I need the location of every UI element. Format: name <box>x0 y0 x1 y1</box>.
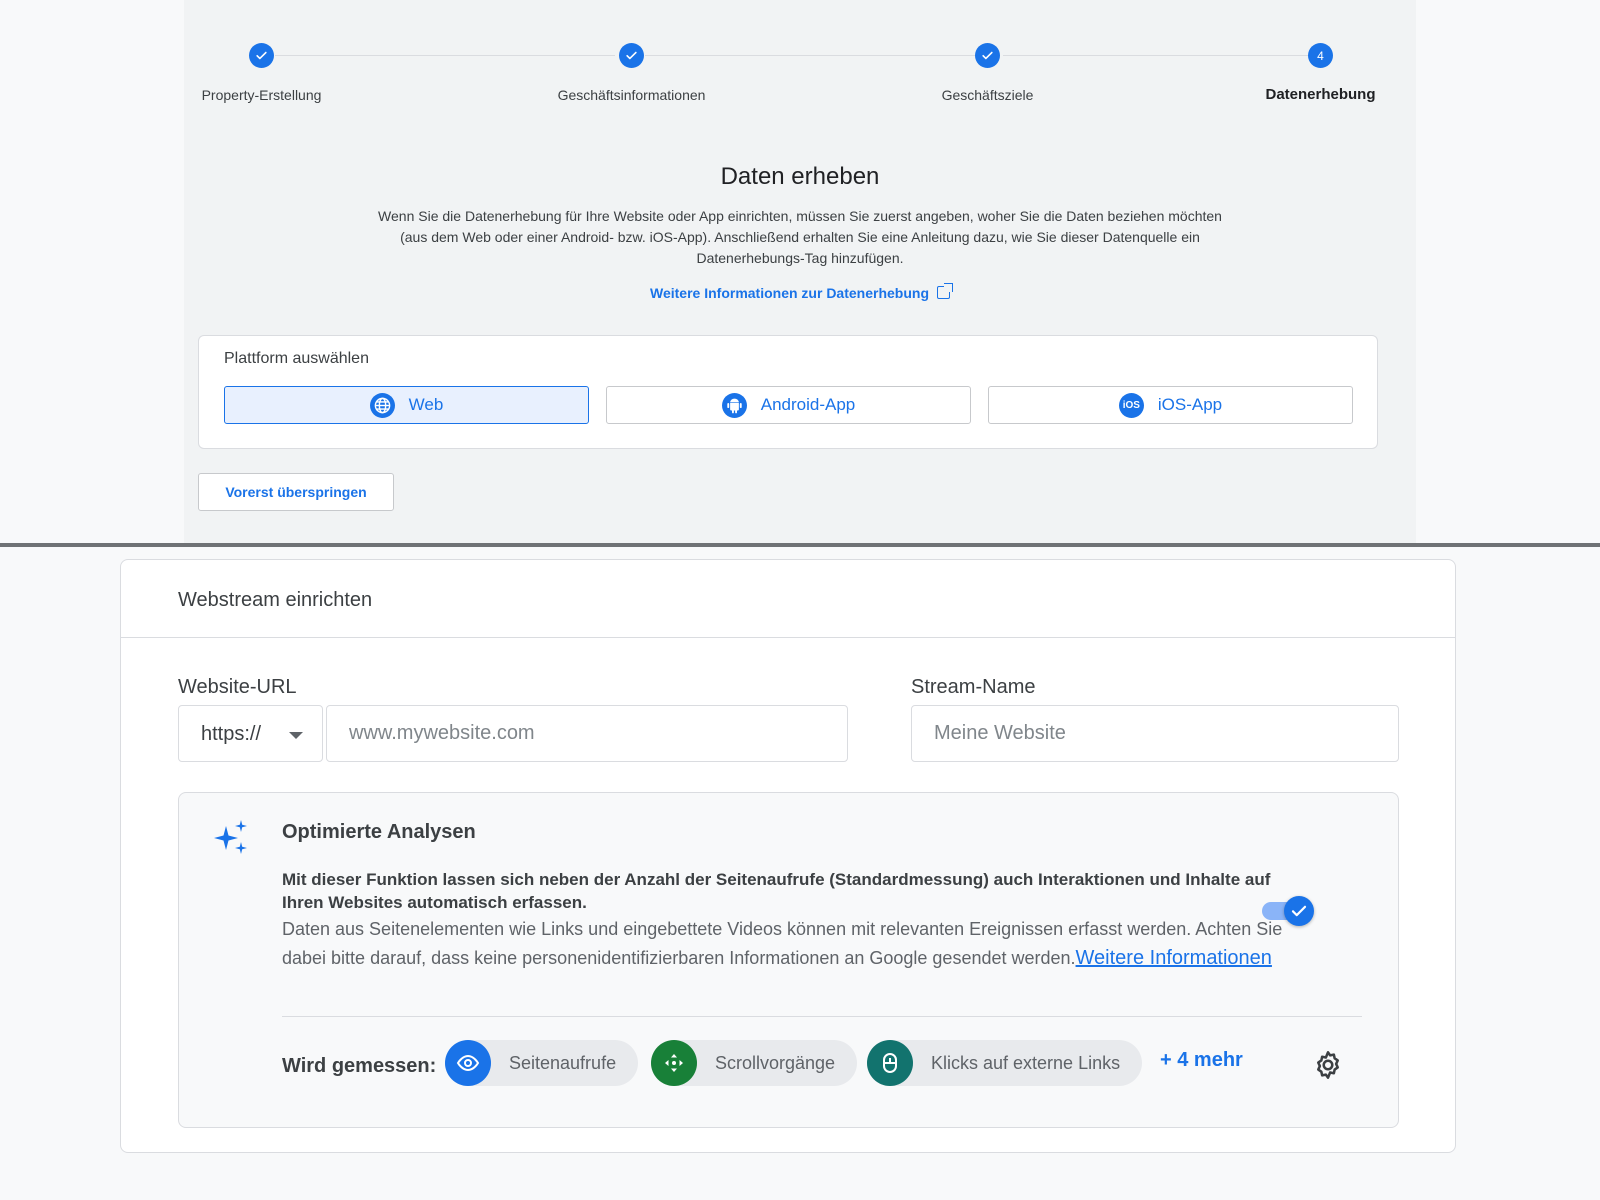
step-data-collection[interactable]: 4 Datenerhebung <box>1265 43 1376 103</box>
website-url-label: Website-URL <box>178 676 297 698</box>
step-business-goals[interactable]: Geschäftsziele <box>942 43 1033 103</box>
stream-name-input[interactable] <box>911 705 1399 762</box>
enhanced-measurement-card: Optimierte Analysen Mit dieser Funktion … <box>178 792 1399 1128</box>
ios-icon: iOS <box>1118 392 1144 418</box>
external-link-icon <box>937 283 953 299</box>
enhanced-title: Optimierte Analysen <box>282 821 476 843</box>
platform-android-label: Android-App <box>760 395 856 414</box>
step-label: Property-Erstellung <box>201 87 322 103</box>
measured-label: Wird gemessen: <box>282 1055 437 1077</box>
page-title: Daten erheben <box>720 163 880 190</box>
platform-android-button[interactable]: Android-App <box>606 386 971 424</box>
website-url-input[interactable] <box>326 705 848 762</box>
chip-label: Seitenaufrufe <box>509 1052 617 1073</box>
webstream-card: Webstream einrichten Website-URL https:/… <box>120 559 1456 1153</box>
step-label: Geschäftsinformationen <box>557 87 706 103</box>
scroll-icon <box>651 1040 697 1086</box>
enhanced-toggle[interactable] <box>1262 896 1314 926</box>
learn-more-label: Weitere Informationen zur Datenerhebung <box>650 285 929 301</box>
webstream-header: Webstream einrichten <box>121 560 1455 638</box>
enhanced-description: Daten aus Seitenelementen wie Links und … <box>282 915 1292 973</box>
check-icon <box>975 43 1000 68</box>
check-icon <box>249 43 274 68</box>
platform-web-label: Web <box>408 395 444 414</box>
mouse-icon <box>867 1040 913 1086</box>
enhanced-summary: Mit dieser Funktion lassen sich neben de… <box>282 870 1271 912</box>
platform-selector: Plattform auswählen Web Android-App iOS … <box>198 335 1378 449</box>
stream-name-label: Stream-Name <box>911 676 1036 698</box>
step-property-creation[interactable]: Property-Erstellung <box>202 43 321 103</box>
chip-label: Scrollvorgänge <box>715 1052 836 1073</box>
platform-web-button[interactable]: Web <box>224 386 589 424</box>
step-business-info[interactable]: Geschäftsinformationen <box>558 43 705 103</box>
protocol-select[interactable]: https:// <box>178 705 323 762</box>
learn-more-link[interactable]: Weitere Informationen <box>1076 947 1272 969</box>
gear-icon[interactable] <box>1312 1049 1344 1081</box>
check-icon <box>619 43 644 68</box>
learn-more-link[interactable]: Weitere Informationen zur Datenerhebung <box>0 283 1600 301</box>
page-description: Wenn Sie die Datenerhebung für Ihre Webs… <box>378 208 1222 266</box>
protocol-value: https:// <box>201 723 262 745</box>
step-number: 4 <box>1308 43 1333 68</box>
chip-scrolls[interactable]: Scrollvorgänge <box>651 1040 858 1086</box>
chip-outbound-clicks[interactable]: Klicks auf externe Links <box>867 1040 1143 1086</box>
eye-icon <box>445 1040 491 1086</box>
dropdown-arrow-icon <box>289 732 303 739</box>
stepper-connector <box>275 55 615 56</box>
setup-content <box>184 0 1416 543</box>
globe-icon <box>369 392 395 418</box>
platform-label: Plattform auswählen <box>224 350 369 367</box>
chip-page-views[interactable]: Seitenaufrufe <box>445 1040 639 1086</box>
sparkle-icon <box>212 818 252 858</box>
stepper-connector <box>645 55 975 56</box>
more-events-link[interactable]: + 4 mehr <box>1160 1049 1243 1072</box>
android-icon <box>721 392 747 418</box>
skip-button[interactable]: Vorerst überspringen <box>198 473 394 511</box>
property-setup-panel: Property-Erstellung Geschäftsinformation… <box>0 0 1600 543</box>
platform-ios-label: iOS-App <box>1157 395 1223 414</box>
stepper-connector <box>1003 55 1308 56</box>
webstream-panel: Webstream einrichten Website-URL https:/… <box>0 547 1600 1200</box>
chip-label: Klicks auf externe Links <box>931 1052 1121 1073</box>
step-label: Geschäftsziele <box>941 87 1034 103</box>
check-icon <box>1284 896 1314 926</box>
section-divider <box>282 1016 1362 1017</box>
platform-ios-button[interactable]: iOS iOS-App <box>988 386 1353 424</box>
step-label: Datenerhebung <box>1265 86 1376 103</box>
webstream-title: Webstream einrichten <box>178 589 373 611</box>
